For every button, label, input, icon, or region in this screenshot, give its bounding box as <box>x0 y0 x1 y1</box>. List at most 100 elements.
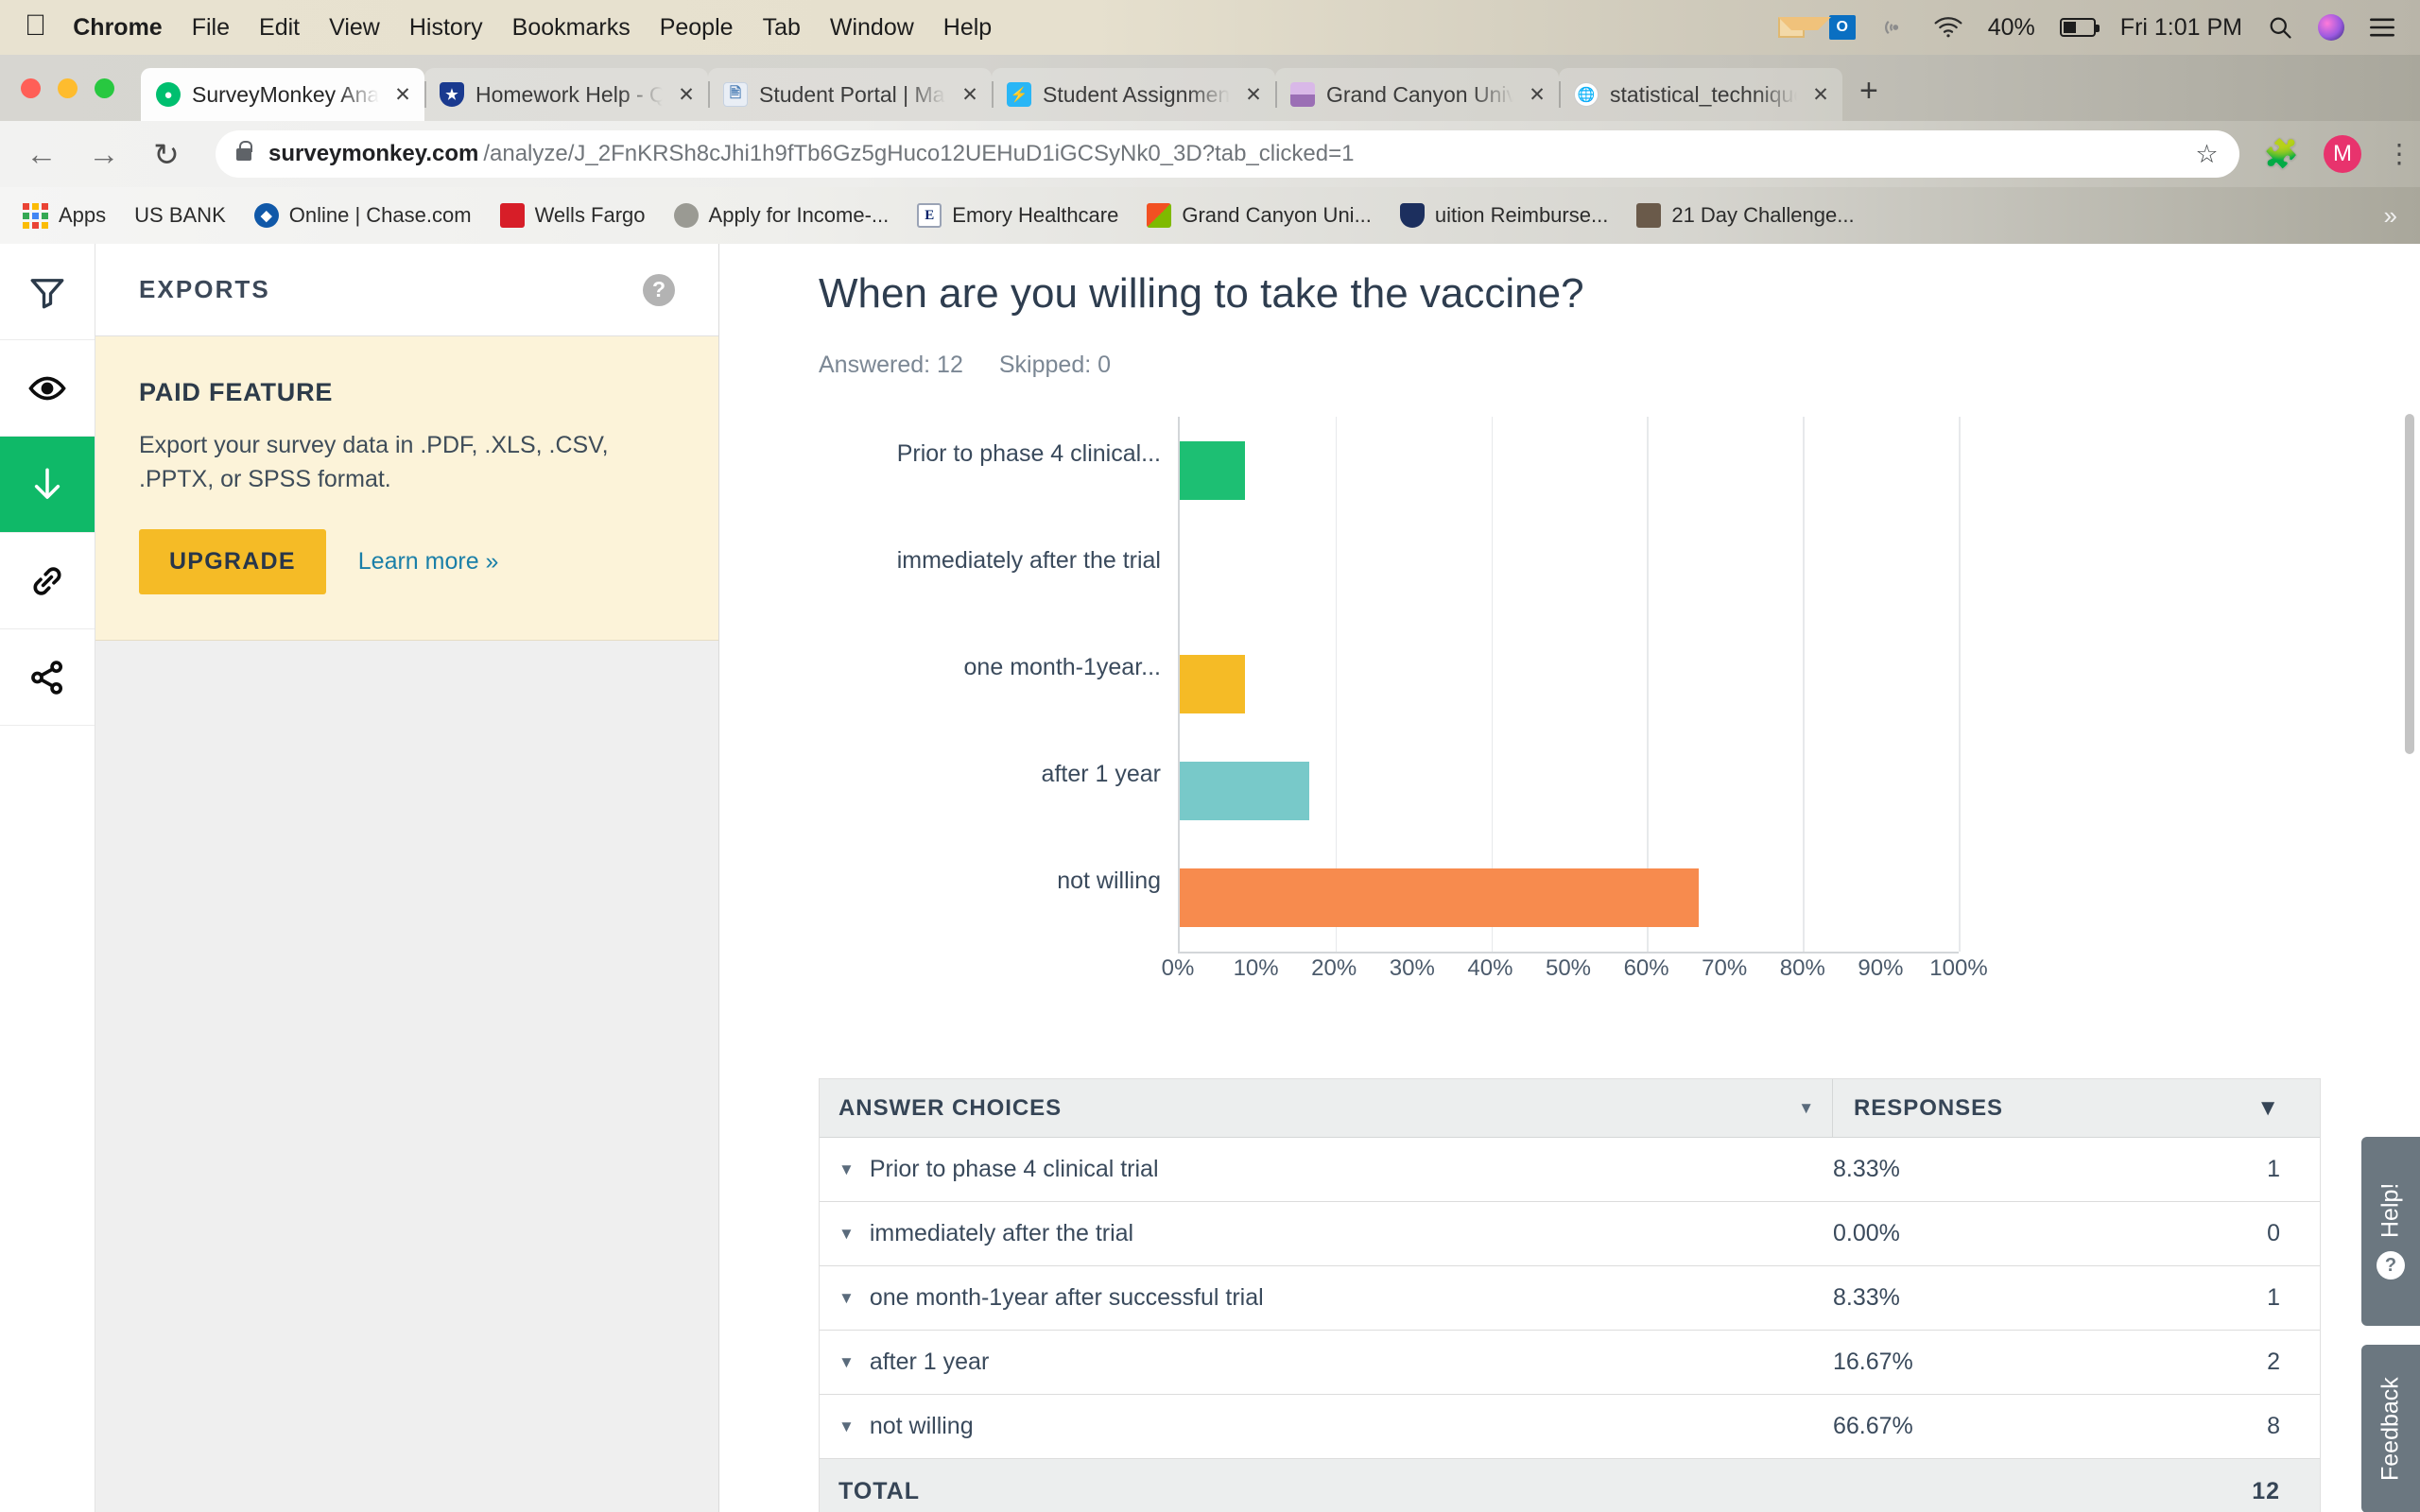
chevron-down-icon[interactable]: ▼ <box>838 1418 855 1436</box>
extensions-puzzle-icon[interactable]: 🧩 <box>2264 138 2299 171</box>
chevron-down-icon[interactable]: ▼ <box>838 1160 855 1179</box>
menu-item-bookmarks[interactable]: Bookmarks <box>512 14 631 42</box>
browser-toolbar: ← → ↻ surveymonkey.com /analyze/J_2FnKRS… <box>0 121 2420 187</box>
chevron-down-icon[interactable]: ▼ <box>1798 1099 1815 1118</box>
page-content: EXPORTS ? PAID FEATURE Export your surve… <box>0 244 2420 1512</box>
row-choice-cell[interactable]: ▼ Prior to phase 4 clinical trial <box>820 1156 1833 1183</box>
tab-student-assignment[interactable]: ⚡ Student Assignment ✕ <box>992 68 1275 121</box>
bookmark-chase[interactable]: ◆ Online | Chase.com <box>253 203 472 228</box>
question-mark-icon[interactable]: ? <box>643 273 675 306</box>
tab-close-icon[interactable]: ✕ <box>1525 83 1549 107</box>
help-tab-button[interactable]: ? Help! <box>2361 1137 2420 1326</box>
tab-homework-help[interactable]: ★ Homework Help - Q& ✕ <box>424 68 708 121</box>
tab-close-icon[interactable]: ✕ <box>1808 83 1833 107</box>
chart-bar[interactable] <box>1180 762 1310 821</box>
clock-label[interactable]: Fri 1:01 PM <box>2120 14 2242 42</box>
back-icon[interactable]: ← <box>23 136 60 172</box>
tab-close-icon[interactable]: ✕ <box>674 83 699 107</box>
exports-title: EXPORTS <box>139 275 270 303</box>
avatar[interactable]: M <box>2324 135 2361 173</box>
maximize-window-button[interactable] <box>95 77 114 98</box>
tab-grand-canyon[interactable]: Grand Canyon Univer ✕ <box>1275 68 1559 121</box>
tab-close-icon[interactable]: ✕ <box>958 83 982 107</box>
minimize-window-button[interactable] <box>58 77 78 98</box>
chart-bar[interactable] <box>1180 655 1245 713</box>
menu-item-people[interactable]: People <box>660 14 734 42</box>
table-row[interactable]: ▼ after 1 year 16.67% 2 <box>820 1331 2320 1395</box>
bookmark-tuition-reimbursement[interactable]: uition Reimburse... <box>1399 203 1609 228</box>
bookmark-star-icon[interactable]: ☆ <box>2195 140 2218 169</box>
bookmark-income-apply[interactable]: Apply for Income-... <box>673 203 889 228</box>
feedback-tab-button[interactable]: Feedback <box>2361 1345 2420 1512</box>
apps-grid-icon <box>23 202 48 229</box>
menu-item-window[interactable]: Window <box>830 14 914 42</box>
address-bar[interactable]: surveymonkey.com /analyze/J_2FnKRSh8cJhi… <box>216 130 2239 178</box>
link-icon[interactable] <box>0 533 95 629</box>
bookmark-emory[interactable]: E Emory Healthcare <box>917 203 1118 228</box>
bookmark-21-day-challenge[interactable]: 21 Day Challenge... <box>1636 203 1855 228</box>
control-center-icon[interactable] <box>2369 16 2395 39</box>
chart-bar[interactable] <box>1180 440 1245 500</box>
reload-icon[interactable]: ↻ <box>147 136 185 173</box>
tab-close-icon[interactable]: ✕ <box>1241 83 1266 107</box>
battery-icon[interactable] <box>2059 18 2100 37</box>
tab-close-icon[interactable]: ✕ <box>390 83 415 107</box>
apple-icon[interactable]:  <box>25 10 46 40</box>
homework-shield-icon: ★ <box>440 82 464 107</box>
tab-surveymonkey[interactable]: ● SurveyMonkey Analyz ✕ <box>141 68 424 121</box>
menu-item-edit[interactable]: Edit <box>259 14 300 42</box>
outlook-icon[interactable]: O <box>1828 15 1856 40</box>
close-window-button[interactable] <box>21 77 41 98</box>
feedback-label: Feedback <box>2377 1377 2404 1481</box>
row-choice-cell[interactable]: ▼ not willing <box>820 1413 1833 1440</box>
new-tab-button[interactable]: + <box>1859 73 1878 110</box>
bookmark-label: uition Reimburse... <box>1434 203 1609 227</box>
page-scrollbar[interactable] <box>2405 414 2414 754</box>
learn-more-link[interactable]: Learn more » <box>358 548 499 576</box>
spotlight-search-icon[interactable] <box>2267 14 2293 41</box>
bookmarks-overflow-icon[interactable]: » <box>2384 201 2397 231</box>
share-icon[interactable] <box>0 629 95 726</box>
bookmark-grand-canyon[interactable]: Grand Canyon Uni... <box>1147 203 1372 228</box>
tab-student-portal[interactable]: 🖹 Student Portal | Main ✕ <box>708 68 992 121</box>
chart-bar[interactable] <box>1180 868 1700 928</box>
row-choice-cell[interactable]: ▼ immediately after the trial <box>820 1220 1833 1247</box>
menu-item-file[interactable]: File <box>192 14 230 42</box>
column-header-sort-icon[interactable]: ▼ <box>2117 1095 2320 1122</box>
filter-icon[interactable] <box>0 244 95 340</box>
table-row[interactable]: ▼ immediately after the trial 0.00% 0 <box>820 1202 2320 1266</box>
table-row[interactable]: ▼ Prior to phase 4 clinical trial 8.33% 1 <box>820 1138 2320 1202</box>
menu-item-help[interactable]: Help <box>943 14 992 42</box>
siri-icon[interactable] <box>2318 14 2344 41</box>
upgrade-button[interactable]: UPGRADE <box>139 528 326 594</box>
chevron-down-icon[interactable]: ▼ <box>838 1289 855 1308</box>
column-header-answer-choices[interactable]: ANSWER CHOICES ▼ <box>820 1079 1833 1137</box>
table-row[interactable]: ▼ not willing 66.67% 8 <box>820 1395 2320 1459</box>
wells-fargo-icon <box>499 203 525 228</box>
airdrop-icon[interactable] <box>1880 13 1909 42</box>
bookmark-us-bank[interactable]: US BANK <box>134 203 226 228</box>
url-domain: surveymonkey.com <box>268 141 479 166</box>
row-choice-cell[interactable]: ▼ one month-1year after successful trial <box>820 1284 1833 1312</box>
column-header-responses[interactable]: RESPONSES <box>1833 1095 2117 1122</box>
response-count: 1 <box>2267 1284 2280 1311</box>
download-icon[interactable] <box>0 437 95 533</box>
chrome-menu-icon[interactable]: ⋮ <box>2386 140 2412 166</box>
page-title: When are you willing to take the vaccine… <box>819 270 1584 317</box>
chevron-down-icon[interactable]: ▼ <box>838 1225 855 1244</box>
row-choice-cell[interactable]: ▼ after 1 year <box>820 1349 1833 1376</box>
menu-item-history[interactable]: History <box>409 14 483 42</box>
menu-item-tab[interactable]: Tab <box>763 14 801 42</box>
table-row[interactable]: ▼ one month-1year after successful trial 8… <box>820 1266 2320 1331</box>
bookmark-wells-fargo[interactable]: Wells Fargo <box>499 203 646 228</box>
chevron-down-icon[interactable]: ▼ <box>838 1353 855 1372</box>
bookmark-apps[interactable]: Apps <box>23 202 106 229</box>
tab-statistical-techniques[interactable]: 🌐 statistical_techniques ✕ <box>1559 68 1842 121</box>
eye-icon[interactable] <box>0 340 95 437</box>
forward-icon[interactable]: → <box>85 136 123 172</box>
wifi-icon[interactable] <box>1933 16 1963 39</box>
lightning-bolt-icon: ⚡ <box>1007 82 1031 107</box>
mail-icon[interactable] <box>1777 17 1831 38</box>
menu-item-view[interactable]: View <box>329 14 380 42</box>
menu-item-chrome[interactable]: Chrome <box>73 14 162 42</box>
